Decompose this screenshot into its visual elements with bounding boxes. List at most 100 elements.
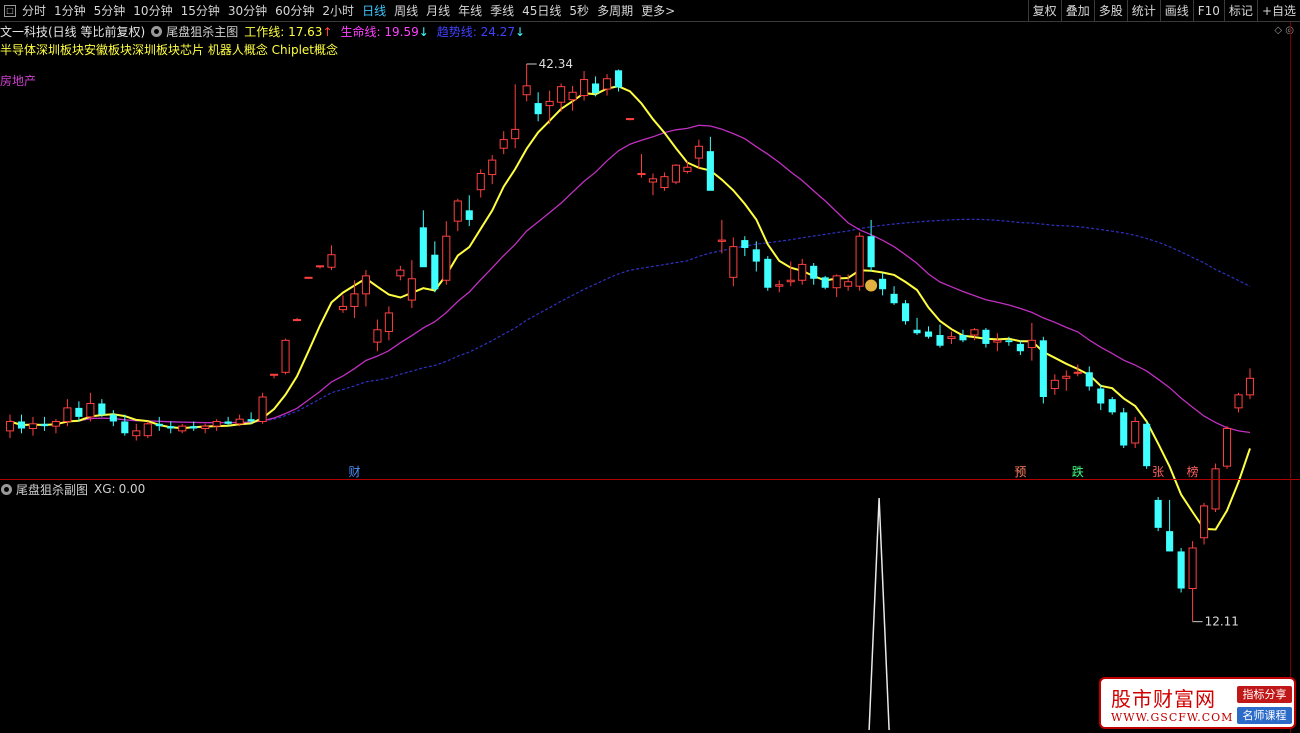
candle-body: [798, 263, 807, 281]
candle-body: [1073, 371, 1082, 374]
event-label: 财: [348, 465, 360, 479]
xg-label: XG:: [94, 482, 116, 496]
low-price-label: 12.11: [1205, 615, 1239, 629]
candle-body: [155, 423, 163, 427]
candle-body: [143, 423, 152, 437]
price-axis-border: [1290, 22, 1291, 733]
candle-body: [614, 70, 623, 88]
candle-body: [534, 103, 542, 115]
candle-body: [1050, 379, 1059, 390]
candle-body: [741, 240, 749, 248]
candle-body: [706, 151, 714, 191]
candle-body: [879, 278, 887, 290]
candle-body: [327, 254, 336, 268]
candle-body: [1143, 423, 1151, 467]
candle-body: [453, 200, 462, 222]
candle-body: [190, 426, 198, 429]
sub-indicator-name[interactable]: 尾盘狙杀副图: [16, 481, 88, 498]
candle-body: [970, 329, 979, 336]
candle-body: [442, 235, 451, 281]
candle-body: [235, 418, 244, 425]
sub-indicator-settings-icon[interactable]: [1, 483, 12, 495]
candle-body: [1177, 551, 1185, 589]
candle-body: [890, 293, 898, 304]
watermark-tag-indicators: 指标分享: [1237, 686, 1292, 703]
candle-body: [522, 85, 531, 96]
candle-body: [178, 425, 187, 432]
watermark-tag-courses: 名师课程: [1237, 707, 1292, 724]
event-label: 预: [1014, 465, 1026, 479]
sub-chart-header: 尾盘狙杀副图 XG: 0.00: [0, 481, 145, 497]
work-line: [9, 85, 1251, 531]
candle-body: [361, 275, 370, 295]
candle-body: [281, 339, 290, 373]
event-label: 跌: [1072, 464, 1084, 479]
candle-body: [419, 227, 427, 268]
candle-body: [247, 419, 255, 422]
candle-body: [821, 277, 829, 288]
candle-body: [28, 423, 38, 429]
candle-body: [1097, 388, 1105, 404]
candle-body: [648, 178, 658, 183]
candle-body: [580, 79, 589, 97]
candle-body: [683, 166, 692, 172]
candle-body: [270, 373, 279, 376]
candle-body: [1131, 420, 1140, 444]
candle-body: [304, 276, 313, 279]
money-bag-icon: [865, 279, 878, 292]
candle-body: [5, 420, 15, 432]
candle-body: [132, 430, 141, 437]
candle-body: [557, 86, 566, 103]
candle-body: [947, 336, 956, 340]
candle-body: [1200, 505, 1209, 539]
candle-body: [810, 265, 818, 279]
candle-body: [212, 420, 221, 427]
high-price-label: 42.34: [539, 57, 573, 71]
candle-body: [499, 139, 508, 149]
candle-body: [832, 275, 841, 289]
candle-body: [1188, 547, 1197, 590]
candle-body: [924, 331, 933, 337]
candle-body: [373, 329, 382, 343]
candle-body: [98, 403, 106, 415]
candle-body: [545, 100, 554, 107]
candle-body: [729, 246, 738, 278]
candle-body: [844, 281, 853, 287]
candle-body: [121, 421, 129, 434]
candle-body: [717, 239, 726, 242]
watermark-title: 股市财富网: [1111, 687, 1216, 711]
candle-body: [637, 173, 646, 176]
life-line: [9, 124, 1251, 434]
candle-body: [568, 91, 577, 101]
candle-body: [936, 334, 944, 346]
candle-body: [201, 425, 210, 429]
candle-body: [867, 236, 875, 268]
candle-body: [384, 312, 393, 332]
candle-body: [224, 421, 232, 424]
candle-body: [1120, 412, 1128, 446]
candle-body: [315, 265, 325, 268]
candle-body: [671, 164, 680, 183]
candle-body: [258, 396, 267, 422]
candle-body: [1016, 343, 1024, 352]
xg-value: 0.00: [118, 482, 146, 496]
candle-body: [476, 173, 485, 191]
candle-body: [1108, 399, 1116, 413]
candle-body: [17, 421, 26, 429]
candle-body: [407, 278, 416, 301]
candle-body: [338, 305, 348, 311]
candle-body: [901, 303, 910, 322]
candle-body: [752, 249, 760, 262]
candlestick-chart[interactable]: 42.34 12.11 财 预 跌 张 榜: [0, 0, 1300, 733]
pane-divider[interactable]: [0, 479, 1300, 480]
candle-body: [1027, 339, 1036, 349]
candle-body: [786, 279, 795, 283]
candle-body: [660, 176, 669, 188]
candle-body: [993, 339, 1002, 343]
candle-body: [913, 329, 921, 334]
trend-line: [9, 218, 1251, 426]
watermark-url: WWW.GSCFW.COM: [1111, 711, 1234, 724]
candle-body: [86, 402, 95, 418]
candle-body: [75, 407, 83, 417]
event-label: 张: [1152, 465, 1164, 479]
